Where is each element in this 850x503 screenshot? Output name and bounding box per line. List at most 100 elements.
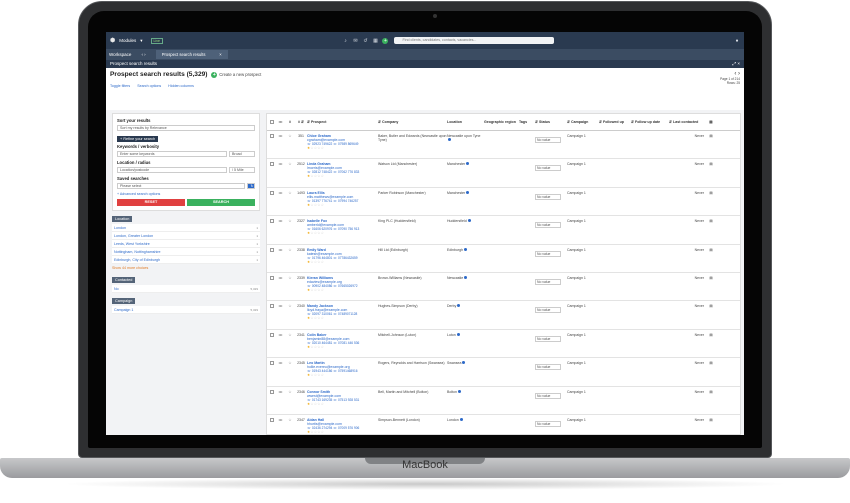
row-actions-icon[interactable]: ••• (276, 358, 285, 385)
row-menu-icon[interactable]: ▤ (707, 415, 715, 434)
search-button[interactable]: SEARCH (187, 199, 255, 206)
rating-stars[interactable]: ★☆☆☆☆ (307, 146, 378, 150)
row-star-icon[interactable]: ☆ (285, 131, 295, 158)
row-menu-icon[interactable]: ▤ (707, 131, 715, 158)
table-row[interactable]: ••• ☆ 2340 Mandy Jackson lloyd.fraya@example… (267, 301, 740, 330)
table-row[interactable]: ••• ☆ 351 Chloe Graham cgraham@example.com ☏ … (267, 131, 740, 160)
table-row[interactable]: ••• ☆ 2346 Connor Smith wwest@example.com ☏ 0… (267, 387, 740, 415)
show-more-link[interactable]: Show 44 more choices (112, 266, 260, 270)
campaign-filter-item[interactable]: Campaign 1 5,329 (112, 306, 260, 314)
row-menu-icon[interactable]: ▤ (707, 387, 715, 414)
info-icon[interactable] (464, 275, 468, 279)
sort-select[interactable]: Sort my results by Relevance (117, 125, 255, 131)
table-row[interactable]: ••• ☆ 2345 Leo Martin hollie.evereu@example.… (267, 358, 740, 387)
rating-stars[interactable]: ★☆☆☆☆ (307, 345, 378, 349)
search-options-link[interactable]: Search options (137, 84, 161, 88)
select-all-checkbox[interactable] (269, 119, 274, 124)
rating-stars[interactable]: ★☆☆☆☆ (307, 260, 378, 264)
rating-stars[interactable]: ★☆☆☆☆ (307, 373, 378, 377)
row-checkbox[interactable] (269, 134, 274, 138)
row-checkbox[interactable] (269, 332, 274, 337)
row-star-icon[interactable]: ☆ (285, 387, 295, 414)
column-header[interactable]: # ⇵ (295, 120, 307, 124)
status-select[interactable]: No value (535, 165, 561, 172)
status-select[interactable]: No value (535, 364, 561, 371)
contacted-filter-header[interactable]: Contacted (112, 277, 136, 283)
mail-icon[interactable]: ✉ (352, 38, 358, 44)
refine-search-button[interactable]: + Refine your search (117, 136, 159, 142)
add-prospect-link[interactable]: Create a new prospect (219, 72, 261, 77)
column-header[interactable]: ⇵ Company (378, 120, 447, 124)
info-icon[interactable] (457, 389, 461, 393)
workspace-tab[interactable]: Workspace (109, 52, 131, 57)
row-actions-icon[interactable]: ••• (276, 245, 285, 272)
chevron-down-icon[interactable]: ▾ (140, 38, 142, 44)
row-star-icon[interactable]: ☆ (285, 301, 295, 328)
bell-icon[interactable]: ♪ (342, 38, 348, 44)
add-icon[interactable]: + (382, 37, 389, 44)
row-checkbox[interactable] (269, 219, 274, 224)
rating-stars[interactable]: ★☆☆☆☆ (307, 231, 378, 235)
window-controls-icon[interactable]: ⤢ × (733, 60, 740, 68)
table-row[interactable]: ••• ☆ 2347 Aidan Hall hhurtis@example.com ☏ 0… (267, 415, 740, 434)
status-select[interactable]: No value (535, 137, 561, 143)
rating-stars[interactable]: ★☆☆☆☆ (307, 203, 378, 207)
row-checkbox[interactable] (269, 417, 274, 422)
column-header[interactable]: ⇵ Status (535, 120, 567, 124)
row-star-icon[interactable]: ☆ (285, 358, 295, 385)
contacted-filter-item[interactable]: No 5,329 (112, 285, 260, 293)
row-menu-icon[interactable]: ▤ (707, 301, 715, 328)
saved-searches-select[interactable]: Please select (117, 183, 245, 189)
info-icon[interactable] (459, 417, 463, 421)
table-row[interactable]: ••• ☆ 1493 Laura Ellis ellis.matthews@exampl… (267, 188, 740, 217)
row-checkbox[interactable] (269, 389, 274, 394)
row-checkbox[interactable] (269, 361, 274, 366)
location-input[interactable]: Location/postcode (117, 167, 227, 173)
radius-select[interactable]: / 5 Mile (229, 167, 255, 173)
refresh-icon[interactable]: ↻ (247, 183, 255, 189)
row-actions-icon[interactable]: ••• (276, 159, 285, 186)
row-actions-icon[interactable]: ••• (276, 387, 285, 414)
row-actions-icon[interactable]: ••• (276, 330, 285, 357)
column-header[interactable]: ••• (276, 120, 285, 124)
global-search-input[interactable]: Find clients, candidates, contacts, vaca… (394, 37, 555, 44)
status-select[interactable]: No value (535, 250, 561, 257)
table-row[interactable]: ••• ☆ 2327 Isabelle Fox amberld@example.com ☏… (267, 216, 740, 245)
column-header[interactable]: ⇵ Follow up date (631, 120, 669, 124)
pager-rows[interactable]: Rows: 25 (720, 81, 740, 85)
add-prospect-icon[interactable]: + (211, 72, 218, 78)
row-actions-icon[interactable]: ••• (276, 273, 285, 300)
row-actions-icon[interactable]: ••• (276, 301, 285, 328)
row-checkbox[interactable] (269, 162, 274, 167)
row-checkbox[interactable] (269, 190, 274, 195)
info-icon[interactable] (456, 332, 460, 336)
info-icon[interactable] (466, 190, 470, 194)
history-icon[interactable]: ↺ (362, 38, 368, 44)
status-select[interactable]: No value (535, 307, 561, 314)
row-actions-icon[interactable]: ••• (276, 216, 285, 243)
row-star-icon[interactable]: ☆ (285, 415, 295, 434)
column-header[interactable]: ⇵ Prospect (307, 120, 378, 124)
calendar-icon[interactable]: ▦ (372, 38, 378, 44)
table-row[interactable]: ••• ☆ 2341 Colin Baker benjamin88@example.co… (267, 330, 740, 359)
advanced-search-link[interactable]: + Advanced search options (117, 192, 255, 196)
verbosity-select[interactable]: Broad (229, 151, 255, 157)
tab-prospect-search-results[interactable]: Prospect search results × (155, 50, 228, 59)
status-select[interactable]: No value (535, 335, 561, 342)
info-icon[interactable] (463, 247, 467, 251)
column-header[interactable]: Tags (519, 120, 535, 124)
keywords-input[interactable]: Enter some keywords (117, 151, 227, 157)
rating-stars[interactable]: ★☆☆☆☆ (307, 430, 378, 434)
location-filter-item[interactable]: London, Greater London 1 (112, 232, 260, 240)
row-actions-icon[interactable]: ••• (276, 188, 285, 215)
status-select[interactable]: No value (535, 222, 561, 229)
row-menu-icon[interactable]: ▤ (707, 245, 715, 272)
row-actions-icon[interactable]: ••• (276, 131, 285, 158)
location-filter-item[interactable]: London 1 (112, 224, 260, 232)
row-star-icon[interactable]: ☆ (285, 245, 295, 272)
row-checkbox[interactable] (269, 247, 274, 252)
row-menu-icon[interactable]: ▤ (707, 273, 715, 300)
row-menu-icon[interactable]: ▤ (707, 330, 715, 357)
info-icon[interactable] (462, 361, 466, 365)
column-header[interactable]: Location (447, 120, 484, 124)
